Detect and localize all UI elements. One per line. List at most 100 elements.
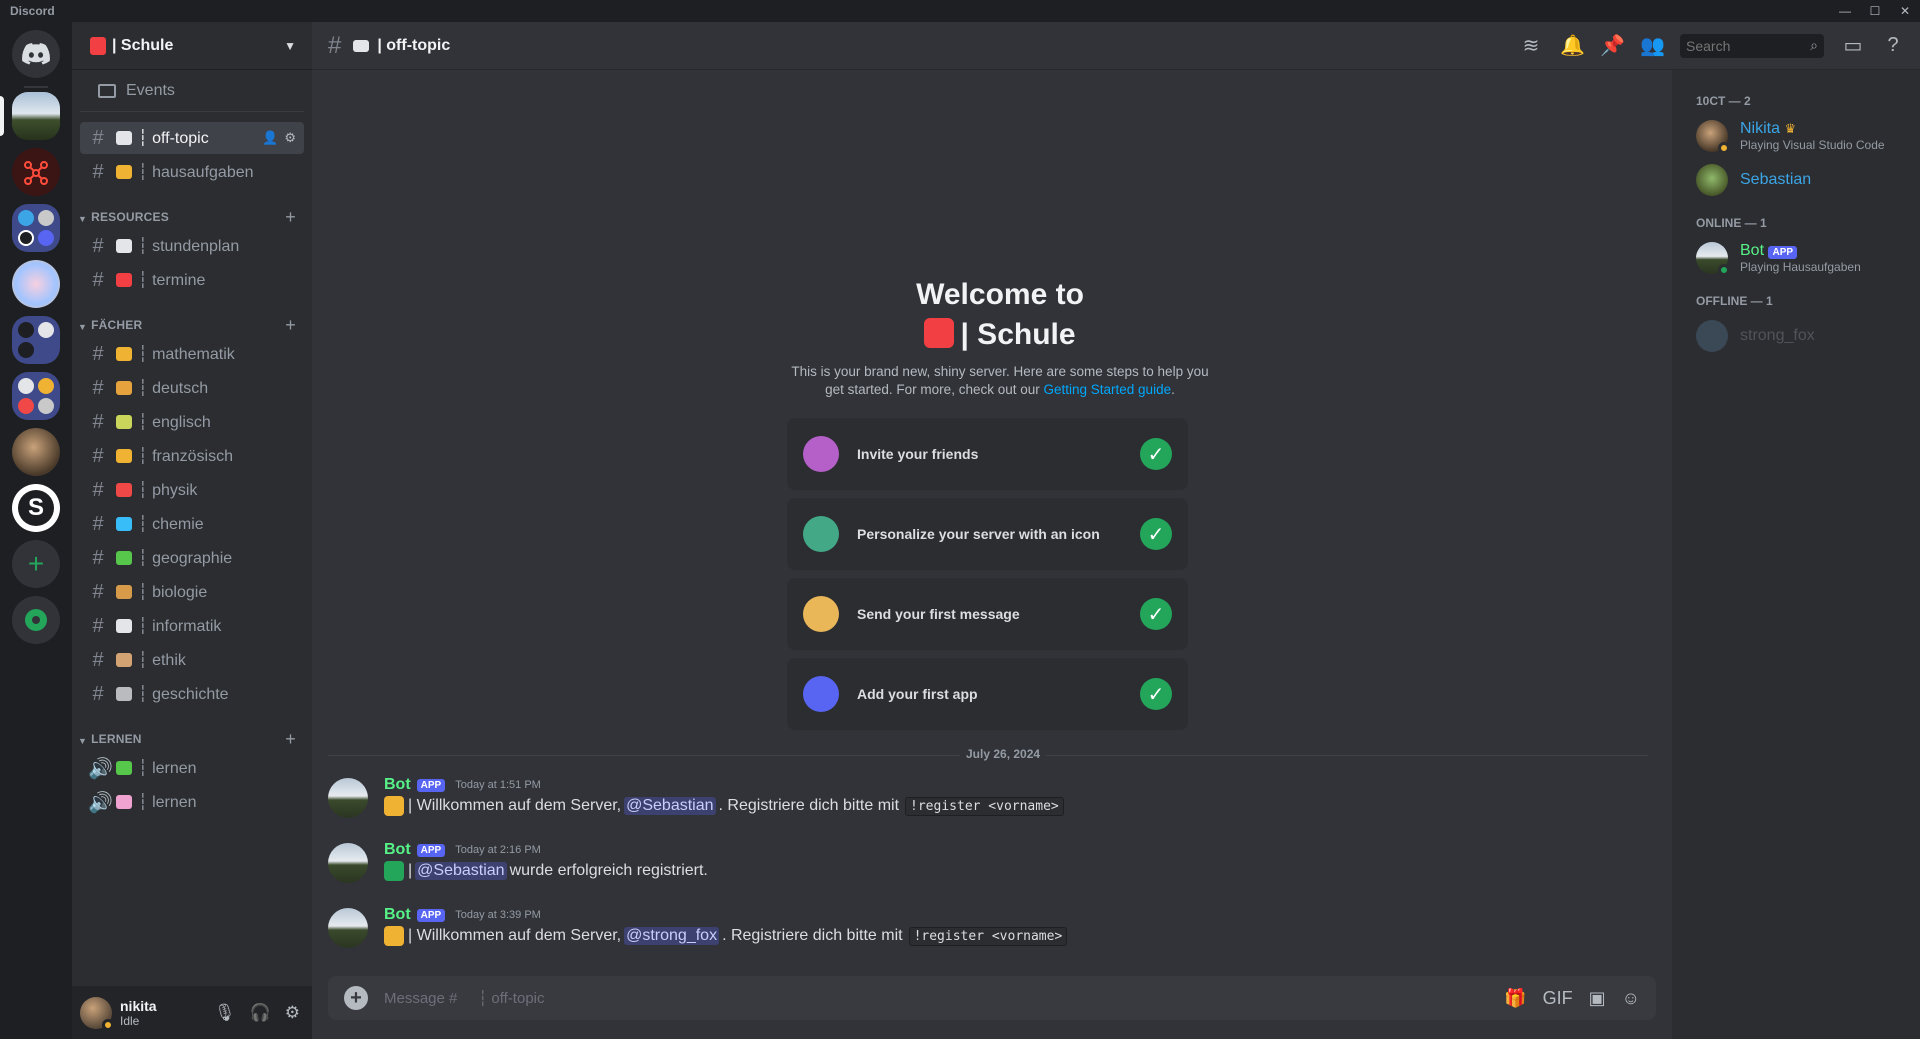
avatar[interactable] [328, 778, 368, 818]
step-first-app[interactable]: Add your first app ✓ [787, 658, 1188, 730]
user-mention[interactable]: @Sebastian [415, 862, 507, 880]
help-icon[interactable]: ? [1882, 34, 1904, 57]
channel-englisch[interactable]: # ┆ englisch [80, 406, 304, 438]
channel-termine[interactable]: # ┆ termine [80, 264, 304, 296]
checkmark-icon: ✓ [1140, 678, 1172, 710]
channel-physik[interactable]: # ┆ physik [80, 474, 304, 506]
category-lernen[interactable]: ▼ LERNEN + [72, 724, 312, 750]
speaker-icon: 🔊 [88, 791, 113, 814]
channel-mathematik[interactable]: # ┆ mathematik [80, 338, 304, 370]
pin-icon[interactable]: 📌 [1600, 33, 1625, 58]
message[interactable]: Bot APP Today at 1:51 PM | Willkommen au… [328, 776, 1648, 828]
category-faecher[interactable]: ▼ FÄCHER + [72, 310, 312, 336]
message-author[interactable]: Bot [384, 776, 411, 794]
member-nikita[interactable]: Nikita ♛ Playing Visual Studio Code [1672, 114, 1920, 158]
speech-bubble-icon [353, 39, 370, 52]
channel-stundenplan[interactable]: # ┆ stundenplan [80, 230, 304, 262]
notification-bell-icon[interactable]: 🔔 [1560, 33, 1585, 58]
channel-chemie[interactable]: # ┆ chemie [80, 508, 304, 540]
server-network[interactable] [12, 148, 60, 196]
waving-hand-icon [384, 796, 404, 816]
channel-informatik[interactable]: # ┆ informatik [80, 610, 304, 642]
minimize-button[interactable]: — [1830, 0, 1860, 22]
microphone-icon[interactable]: 🎙 [214, 1003, 236, 1023]
message-input[interactable] [384, 989, 1505, 1007]
add-channel-icon[interactable]: + [285, 316, 296, 334]
member-bot[interactable]: Bot APP Playing Hausaufgaben [1672, 236, 1920, 280]
app-badge: APP [416, 778, 446, 792]
voice-channel-lernen-2[interactable]: 🔊 ┆ lernen [80, 786, 304, 818]
channel-off-topic[interactable]: # ┆ off-topic 👤 ⚙ [80, 122, 304, 154]
add-channel-icon[interactable]: + [285, 730, 296, 748]
channel-hausaufgaben[interactable]: # ┆ hausaufgaben [80, 156, 304, 188]
chevron-down-icon: ▼ [78, 214, 88, 224]
step-personalize-icon[interactable]: Personalize your server with an icon ✓ [787, 498, 1188, 570]
channel-geschichte[interactable]: # ┆ geschichte [80, 678, 304, 710]
events-item[interactable]: Events [80, 70, 304, 112]
channel-biologie[interactable]: # ┆ biologie [80, 576, 304, 608]
channel-ethik[interactable]: # ┆ ethik [80, 644, 304, 676]
server-folder-1[interactable] [12, 204, 60, 252]
avatar[interactable] [80, 996, 114, 1031]
member-sebastian[interactable]: Sebastian [1672, 158, 1920, 202]
channel-list: # ┆ off-topic 👤 ⚙ # ┆ hausaufgaben ▼ RES… [72, 112, 312, 818]
user-info[interactable]: nikita Idle [120, 998, 214, 1028]
settings-gear-icon[interactable]: ⚙ [284, 130, 296, 146]
category-resources[interactable]: ▼ RESOURCES + [72, 202, 312, 228]
message-author[interactable]: Bot [384, 841, 411, 859]
server-folder-3[interactable] [12, 372, 60, 420]
message[interactable]: Bot APP Today at 2:16 PM | @Sebastian wu… [328, 841, 1648, 893]
rocket-icon [116, 483, 132, 497]
add-attachment-button[interactable]: + [344, 986, 368, 1010]
gif-icon[interactable]: GIF [1543, 988, 1573, 1009]
channel-franzoesisch[interactable]: # ┆ französisch [80, 440, 304, 472]
voice-channel-lernen-1[interactable]: 🔊 ┆ lernen [80, 752, 304, 784]
step-invite-friends[interactable]: Invite your friends ✓ [787, 418, 1188, 490]
avatar [1696, 164, 1728, 196]
channel-geographie[interactable]: # ┆ geographie [80, 542, 304, 574]
message-timestamp: Today at 2:16 PM [455, 844, 541, 856]
home-button[interactable] [12, 30, 60, 78]
step-first-message[interactable]: Send your first message ✓ [787, 578, 1188, 650]
message-author[interactable]: Bot [384, 906, 411, 924]
channel-deutsch[interactable]: # ┆ deutsch [80, 372, 304, 404]
guild-header[interactable]: | Schule ▼ [72, 22, 312, 70]
emoji-picker-icon[interactable]: ☺ [1622, 988, 1640, 1009]
message-composer: + 🎁 GIF ▣ ☺ [328, 976, 1656, 1020]
gift-icon[interactable]: 🎁 [1504, 988, 1526, 1009]
message[interactable]: Bot APP Today at 3:39 PM | Willkommen au… [328, 906, 1648, 958]
maximize-button[interactable]: ☐ [1860, 0, 1890, 22]
tea-icon [116, 415, 132, 429]
inbox-icon[interactable]: ▭ [1842, 33, 1864, 58]
server-schule[interactable] [12, 92, 60, 140]
server-oasis[interactable] [12, 260, 60, 308]
hash-icon: # [92, 444, 104, 467]
add-channel-icon[interactable]: + [285, 208, 296, 226]
search-input[interactable] [1686, 37, 1811, 54]
user-status: Idle [120, 1013, 140, 1028]
avatar[interactable] [328, 843, 368, 883]
server-logo[interactable]: S [12, 484, 60, 532]
app-badge: APP [416, 908, 446, 922]
member-name: Bot APP [1740, 242, 1861, 260]
server-photo[interactable] [12, 428, 60, 476]
user-mention[interactable]: @Sebastian [624, 797, 716, 815]
welcome-period: . [1171, 382, 1175, 397]
sticker-icon[interactable]: ▣ [1589, 988, 1606, 1009]
search-box[interactable]: ⌕ [1680, 33, 1824, 58]
discover-button[interactable] [12, 596, 60, 644]
user-mention[interactable]: @strong_fox [624, 927, 720, 945]
user-settings-gear-icon[interactable]: ⚙ [285, 1003, 300, 1023]
close-button[interactable]: ✕ [1890, 0, 1920, 22]
threads-icon[interactable]: ≋ [1520, 33, 1542, 58]
chevron-down-icon: ▼ [284, 38, 296, 53]
member-list-icon[interactable]: 👥 [1640, 33, 1665, 58]
headphones-icon[interactable]: 🎧 [250, 1003, 271, 1023]
server-folder-2[interactable] [12, 316, 60, 364]
avatar [1696, 242, 1730, 276]
invite-icon[interactable]: 👤 [262, 130, 278, 146]
avatar[interactable] [328, 908, 368, 948]
add-server-button[interactable]: + [12, 540, 60, 588]
member-strong-fox[interactable]: strong_fox [1672, 314, 1920, 358]
getting-started-link[interactable]: Getting Started guide [1044, 382, 1172, 397]
